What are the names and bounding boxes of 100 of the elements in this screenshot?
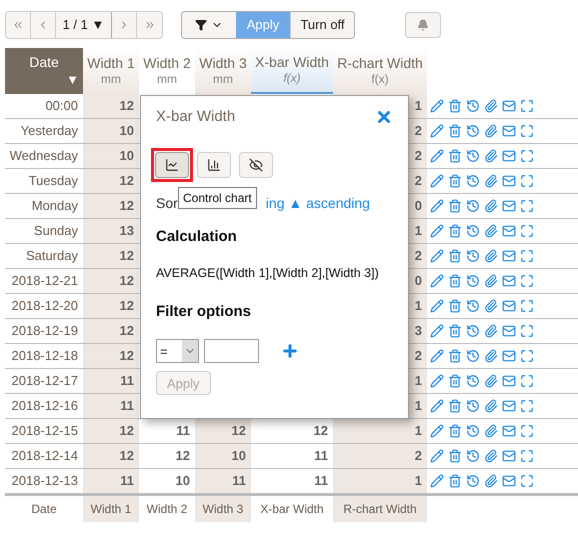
- delete-icon[interactable]: [448, 174, 462, 188]
- filter-menu-button[interactable]: [182, 12, 236, 38]
- expand-icon[interactable]: [520, 299, 534, 313]
- delete-icon[interactable]: [448, 99, 462, 113]
- bell-button[interactable]: [405, 12, 441, 38]
- expand-icon[interactable]: [520, 449, 534, 463]
- edit-icon[interactable]: [430, 99, 444, 113]
- edit-icon[interactable]: [430, 124, 444, 138]
- mail-icon[interactable]: [502, 249, 516, 263]
- expand-icon[interactable]: [520, 149, 534, 163]
- delete-icon[interactable]: [448, 249, 462, 263]
- delete-icon[interactable]: [448, 324, 462, 338]
- delete-icon[interactable]: [448, 424, 462, 438]
- mail-icon[interactable]: [502, 374, 516, 388]
- attachment-icon[interactable]: [484, 174, 498, 188]
- history-icon[interactable]: [466, 374, 480, 388]
- attachment-icon[interactable]: [484, 474, 498, 488]
- mail-icon[interactable]: [502, 299, 516, 313]
- edit-icon[interactable]: [430, 449, 444, 463]
- mail-icon[interactable]: [502, 324, 516, 338]
- attachment-icon[interactable]: [484, 149, 498, 163]
- history-icon[interactable]: [466, 174, 480, 188]
- history-icon[interactable]: [466, 249, 480, 263]
- delete-icon[interactable]: [448, 224, 462, 238]
- history-icon[interactable]: [466, 449, 480, 463]
- expand-icon[interactable]: [520, 324, 534, 338]
- history-icon[interactable]: [466, 274, 480, 288]
- edit-icon[interactable]: [430, 149, 444, 163]
- mail-icon[interactable]: [502, 99, 516, 113]
- attachment-icon[interactable]: [484, 424, 498, 438]
- expand-icon[interactable]: [520, 99, 534, 113]
- delete-icon[interactable]: [448, 299, 462, 313]
- expand-icon[interactable]: [520, 474, 534, 488]
- attachment-icon[interactable]: [484, 199, 498, 213]
- history-icon[interactable]: [466, 324, 480, 338]
- page-select[interactable]: 1 / 1 ▼: [56, 12, 112, 38]
- edit-icon[interactable]: [430, 199, 444, 213]
- history-icon[interactable]: [466, 424, 480, 438]
- attachment-icon[interactable]: [484, 399, 498, 413]
- chart-type-button[interactable]: [155, 152, 189, 178]
- delete-icon[interactable]: [448, 399, 462, 413]
- expand-icon[interactable]: [520, 424, 534, 438]
- attachment-icon[interactable]: [484, 349, 498, 363]
- edit-icon[interactable]: [430, 474, 444, 488]
- chart-type-button[interactable]: [239, 152, 273, 178]
- history-icon[interactable]: [466, 299, 480, 313]
- mail-icon[interactable]: [502, 349, 516, 363]
- delete-icon[interactable]: [448, 274, 462, 288]
- expand-icon[interactable]: [520, 249, 534, 263]
- edit-icon[interactable]: [430, 249, 444, 263]
- edit-icon[interactable]: [430, 299, 444, 313]
- attachment-icon[interactable]: [484, 124, 498, 138]
- delete-icon[interactable]: [448, 149, 462, 163]
- delete-icon[interactable]: [448, 449, 462, 463]
- mail-icon[interactable]: [502, 399, 516, 413]
- expand-icon[interactable]: [520, 374, 534, 388]
- add-icon[interactable]: [281, 342, 299, 360]
- delete-icon[interactable]: [448, 374, 462, 388]
- operator-select[interactable]: =: [156, 339, 199, 364]
- delete-icon[interactable]: [448, 474, 462, 488]
- history-icon[interactable]: [466, 474, 480, 488]
- history-icon[interactable]: [466, 399, 480, 413]
- history-icon[interactable]: [466, 349, 480, 363]
- history-icon[interactable]: [466, 149, 480, 163]
- attachment-icon[interactable]: [484, 374, 498, 388]
- history-icon[interactable]: [466, 224, 480, 238]
- mail-icon[interactable]: [502, 174, 516, 188]
- expand-icon[interactable]: [520, 274, 534, 288]
- edit-icon[interactable]: [430, 424, 444, 438]
- mail-icon[interactable]: [502, 149, 516, 163]
- edit-icon[interactable]: [430, 274, 444, 288]
- turn-off-button[interactable]: Turn off: [290, 12, 354, 38]
- edit-icon[interactable]: [430, 349, 444, 363]
- filter-value-field[interactable]: [204, 339, 259, 364]
- mail-icon[interactable]: [502, 449, 516, 463]
- mail-icon[interactable]: [502, 474, 516, 488]
- first-page-button[interactable]: [6, 12, 31, 38]
- edit-icon[interactable]: [430, 174, 444, 188]
- expand-icon[interactable]: [520, 199, 534, 213]
- expand-icon[interactable]: [520, 349, 534, 363]
- edit-icon[interactable]: [430, 399, 444, 413]
- mail-icon[interactable]: [502, 224, 516, 238]
- edit-icon[interactable]: [430, 374, 444, 388]
- expand-icon[interactable]: [520, 224, 534, 238]
- mail-icon[interactable]: [502, 124, 516, 138]
- mail-icon[interactable]: [502, 274, 516, 288]
- attachment-icon[interactable]: [484, 274, 498, 288]
- column-header[interactable]: Date ▼: [5, 48, 83, 94]
- history-icon[interactable]: [466, 124, 480, 138]
- delete-icon[interactable]: [448, 124, 462, 138]
- attachment-icon[interactable]: [484, 449, 498, 463]
- mail-icon[interactable]: [502, 199, 516, 213]
- attachment-icon[interactable]: [484, 224, 498, 238]
- edit-icon[interactable]: [430, 224, 444, 238]
- expand-icon[interactable]: [520, 124, 534, 138]
- chart-type-button[interactable]: [197, 152, 231, 178]
- history-icon[interactable]: [466, 199, 480, 213]
- attachment-icon[interactable]: [484, 324, 498, 338]
- delete-icon[interactable]: [448, 349, 462, 363]
- mail-icon[interactable]: [502, 424, 516, 438]
